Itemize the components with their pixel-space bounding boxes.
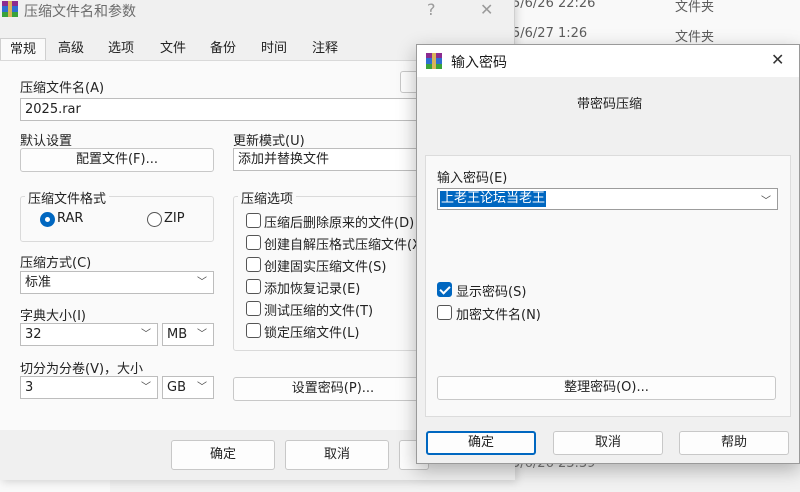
option-label[interactable]: 创建自解压格式压缩文件(X) bbox=[264, 234, 426, 253]
ok-button[interactable]: 确定 bbox=[426, 431, 536, 455]
cancel-button[interactable]: 取消 bbox=[285, 440, 389, 470]
tab-files[interactable]: 文件 bbox=[150, 38, 196, 61]
format-group-label: 压缩文件格式 bbox=[25, 188, 110, 207]
option-label[interactable]: 添加恢复记录(E) bbox=[264, 278, 360, 297]
split-value: 3 bbox=[25, 380, 34, 395]
archive-name-label: 压缩文件名(A) bbox=[20, 81, 105, 96]
option-lock-checkbox[interactable] bbox=[246, 323, 261, 338]
update-mode-value: 添加并替换文件 bbox=[238, 152, 330, 167]
split-unit-select[interactable]: GB ﹀ bbox=[162, 376, 214, 399]
set-password-button[interactable]: 设置密码(P)... bbox=[233, 377, 433, 401]
dict-value: 32 bbox=[25, 327, 42, 342]
option-label[interactable]: 创建固实压缩文件(S) bbox=[264, 256, 386, 275]
options-group: 压缩选项 压缩后删除原来的文件(D) 创建自解压格式压缩文件(X) 创建固实压缩… bbox=[233, 188, 433, 351]
password-heading: 带密码压缩 bbox=[577, 97, 643, 112]
format-zip-radio[interactable] bbox=[147, 212, 162, 227]
tab-comment[interactable]: 注释 bbox=[302, 38, 348, 61]
default-settings-label: 默认设置 bbox=[20, 134, 73, 149]
ok-button[interactable]: 确定 bbox=[171, 440, 275, 470]
dict-label: 字典大小(I) bbox=[20, 309, 86, 324]
dict-select[interactable]: 32 ﹀ bbox=[20, 323, 158, 346]
tab-time[interactable]: 时间 bbox=[251, 38, 297, 61]
help-button[interactable]: 帮助 bbox=[679, 431, 789, 455]
option-sfx-checkbox[interactable] bbox=[246, 235, 261, 250]
method-label: 压缩方式(C) bbox=[20, 256, 92, 271]
chevron-down-icon: ﹀ bbox=[197, 277, 207, 288]
help-icon[interactable]: ? bbox=[427, 0, 436, 19]
winrar-icon bbox=[2, 1, 18, 17]
format-group: 压缩文件格式 RAR ZIP bbox=[20, 188, 214, 242]
chevron-down-icon: ﹀ bbox=[197, 329, 207, 340]
show-password-label[interactable]: 显示密码(S) bbox=[456, 281, 526, 300]
options-group-label: 压缩选项 bbox=[238, 188, 297, 207]
format-zip-label[interactable]: ZIP bbox=[164, 211, 185, 226]
close-icon[interactable]: ✕ bbox=[771, 50, 784, 69]
encrypt-names-checkbox[interactable] bbox=[437, 305, 452, 320]
profiles-button[interactable]: 配置文件(F)... bbox=[20, 148, 214, 172]
enter-password-label: 输入密码(E) bbox=[437, 171, 508, 186]
method-select[interactable]: 标准 ﹀ bbox=[20, 271, 214, 294]
chevron-down-icon: ﹀ bbox=[197, 382, 207, 393]
update-mode-label: 更新模式(U) bbox=[233, 134, 305, 149]
archive-name-field[interactable]: 2025.rar bbox=[20, 98, 430, 121]
password-dialog-title: 输入密码 bbox=[451, 55, 507, 71]
explorer-row-type: 文件夹 bbox=[675, 30, 715, 45]
password-input[interactable]: 上老王论坛当老王 ﹀ bbox=[437, 188, 778, 210]
option-solid-checkbox[interactable] bbox=[246, 257, 261, 272]
format-rar-label[interactable]: RAR bbox=[57, 211, 83, 226]
explorer-row-type: 文件夹 bbox=[675, 0, 715, 15]
show-password-checkbox[interactable] bbox=[437, 282, 452, 297]
password-dialog: 输入密码 ✕ 带密码压缩 输入密码(E) 上老王论坛当老王 ﹀ 显示密码(S) … bbox=[416, 44, 800, 464]
dict-unit-value: MB bbox=[167, 327, 188, 342]
split-label: 切分为分卷(V)，大小 bbox=[20, 362, 144, 377]
update-mode-select[interactable]: 添加并替换文件 bbox=[233, 148, 433, 171]
encrypt-names-label[interactable]: 加密文件名(N) bbox=[456, 304, 541, 323]
split-unit-value: GB bbox=[167, 380, 186, 395]
archive-title-bar[interactable]: 压缩文件名和参数 ? ✕ bbox=[0, 0, 514, 30]
organize-passwords-button[interactable]: 整理密码(O)... bbox=[437, 376, 776, 400]
password-title-bar[interactable]: 输入密码 ✕ bbox=[417, 45, 799, 77]
tab-advanced[interactable]: 高级 bbox=[48, 38, 94, 61]
cancel-button[interactable]: 取消 bbox=[553, 431, 663, 455]
dict-unit-select[interactable]: MB ﹀ bbox=[162, 323, 214, 346]
chevron-down-icon: ﹀ bbox=[141, 329, 151, 340]
tab-backup[interactable]: 备份 bbox=[200, 38, 246, 61]
chevron-down-icon[interactable]: ﹀ bbox=[761, 192, 771, 207]
winrar-icon bbox=[426, 53, 442, 69]
close-icon[interactable]: ✕ bbox=[480, 0, 493, 19]
method-value: 标准 bbox=[25, 275, 52, 290]
option-delete-after-checkbox[interactable] bbox=[246, 213, 261, 228]
format-rar-radio[interactable] bbox=[40, 212, 55, 227]
option-label[interactable]: 测试压缩的文件(T) bbox=[264, 300, 373, 319]
archive-dialog-title: 压缩文件名和参数 bbox=[24, 4, 136, 20]
tab-general[interactable]: 常规 bbox=[0, 38, 46, 61]
password-value: 上老王论坛当老王 bbox=[440, 191, 547, 207]
explorer-row-date: 5/6/26 22:26 bbox=[512, 0, 596, 11]
chevron-down-icon: ﹀ bbox=[141, 382, 151, 393]
tab-options[interactable]: 选项 bbox=[98, 38, 144, 61]
explorer-row[interactable]: 5/6/26 22:26 文件夹 bbox=[512, 0, 800, 18]
option-recovery-checkbox[interactable] bbox=[246, 279, 261, 294]
split-select[interactable]: 3 ﹀ bbox=[20, 376, 158, 399]
explorer-row-date: 5/6/27 1:26 bbox=[512, 26, 588, 41]
option-test-checkbox[interactable] bbox=[246, 301, 261, 316]
option-label[interactable]: 锁定压缩文件(L) bbox=[264, 322, 359, 341]
option-label[interactable]: 压缩后删除原来的文件(D) bbox=[264, 212, 414, 231]
